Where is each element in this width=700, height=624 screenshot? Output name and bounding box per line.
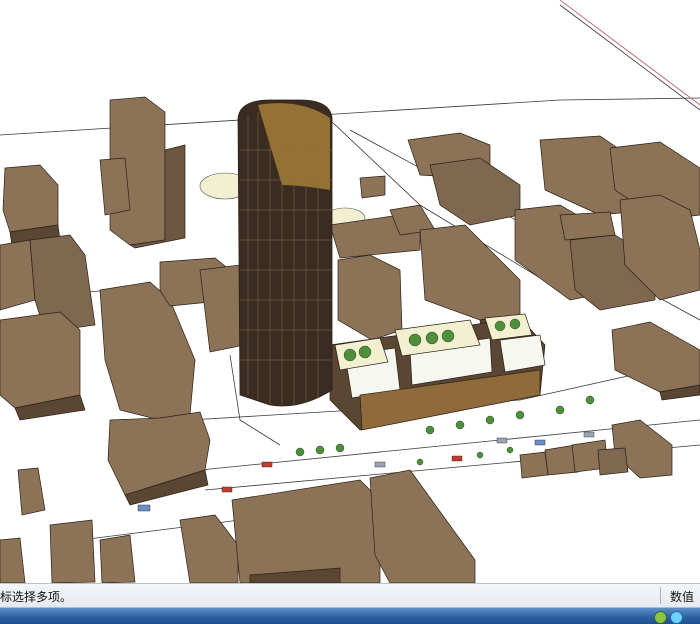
red-axis-line [559,0,700,106]
network-icon[interactable] [654,611,667,624]
modeling-viewport[interactable] [0,0,700,583]
volume-icon[interactable] [670,611,683,624]
status-separator [660,587,661,604]
status-hint-text: 标选择多项。 [0,590,73,604]
value-control-box-label[interactable]: 数值 [670,588,694,605]
windows-taskbar [0,607,700,624]
status-bar: 标选择多项。 数值 [0,583,700,607]
3d-scene[interactable] [0,0,700,583]
surrounding-buildings [0,96,700,583]
main-tower [237,99,333,407]
